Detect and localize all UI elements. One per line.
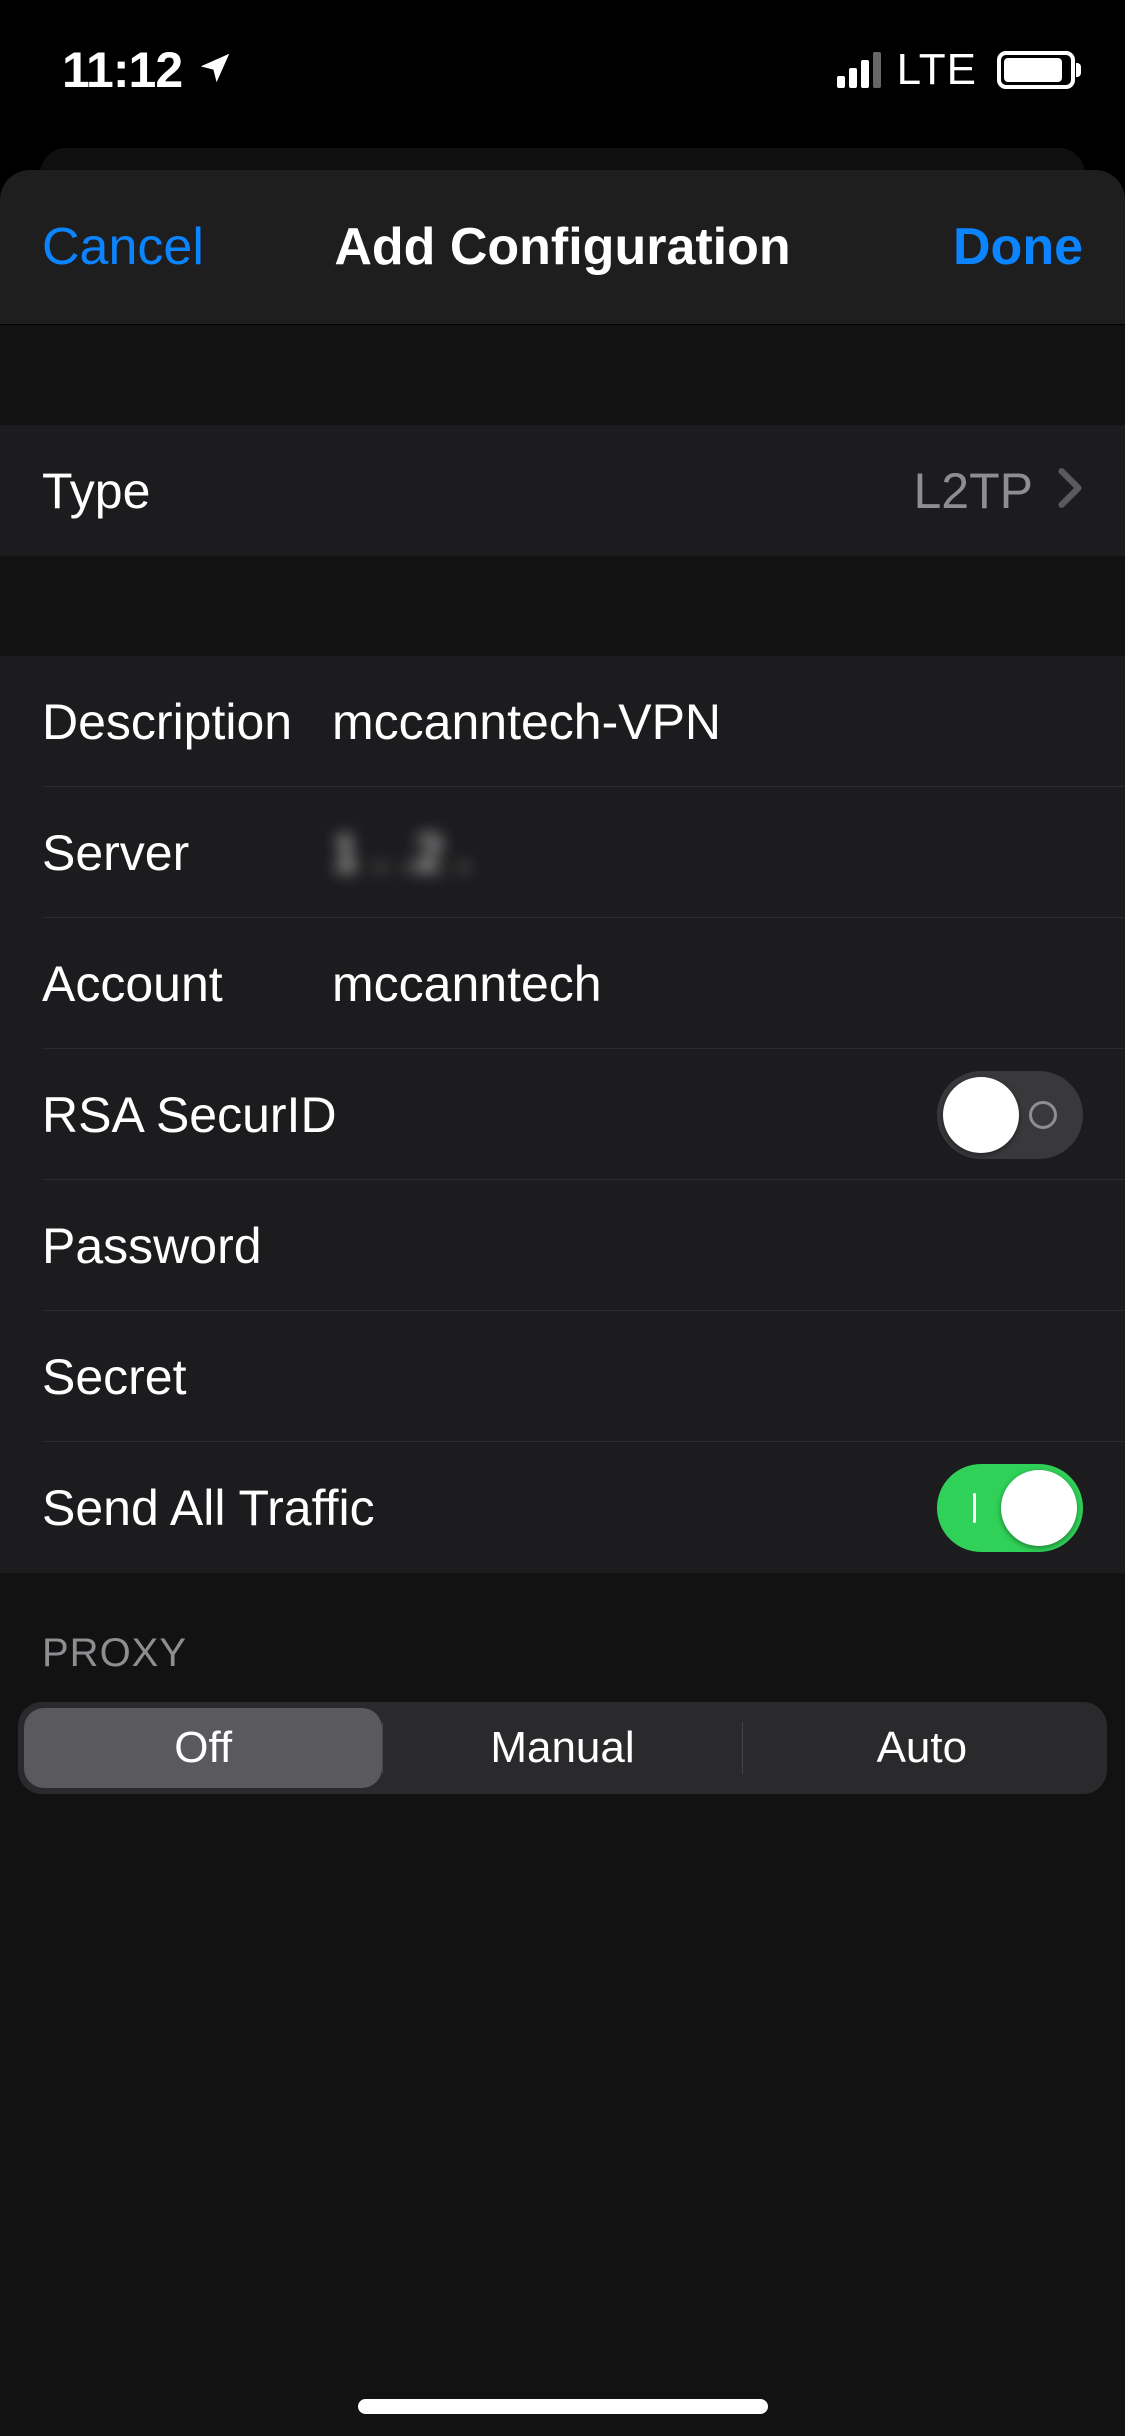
account-label: Account [42,955,332,1013]
server-label: Server [42,824,332,882]
proxy-auto[interactable]: Auto [743,1708,1101,1788]
proxy-manual[interactable]: Manual [383,1708,741,1788]
status-time: 11:12 [62,41,182,99]
account-field[interactable]: mccanntech [332,955,1083,1013]
status-bar: 11:12 LTE [0,0,1125,140]
proxy-off[interactable]: Off [24,1708,382,1788]
location-icon [196,41,234,99]
group-gap [0,325,1125,425]
description-row[interactable]: Description mccanntech-VPN [0,656,1125,787]
rsa-securid-row: RSA SecurID [0,1049,1125,1180]
description-field[interactable]: mccanntech-VPN [332,693,1083,751]
send-all-toggle[interactable] [937,1464,1083,1552]
proxy-segment: Off Manual Auto [18,1702,1107,1794]
server-row[interactable]: Server 1 . .2 . [0,787,1125,918]
network-type: LTE [897,45,977,95]
done-button[interactable]: Done [953,217,1083,277]
server-field[interactable]: 1 . .2 . [332,824,1083,882]
nav-bar: Cancel Add Configuration Done [0,170,1125,325]
chevron-right-icon [1057,467,1083,514]
rsa-label: RSA SecurID [42,1086,337,1144]
signal-icon [837,52,881,88]
status-right: LTE [837,45,1075,95]
description-label: Description [42,693,332,751]
status-left: 11:12 [62,41,234,99]
rsa-toggle[interactable] [937,1071,1083,1159]
send-all-traffic-row: Send All Traffic [0,1442,1125,1573]
type-value: L2TP [913,462,1033,520]
password-row[interactable]: Password [0,1180,1125,1311]
group-gap [0,556,1125,656]
battery-icon [997,51,1075,89]
password-label: Password [42,1217,332,1275]
type-row[interactable]: Type L2TP [0,425,1125,556]
type-label: Type [42,462,332,520]
secret-label: Secret [42,1348,332,1406]
proxy-segment-wrap: Off Manual Auto [0,1694,1125,1812]
screen: 11:12 LTE Cancel Add Configuration Done … [0,0,1125,2436]
cancel-button[interactable]: Cancel [42,217,204,277]
send-all-label: Send All Traffic [42,1479,375,1537]
secret-row[interactable]: Secret [0,1311,1125,1442]
account-row[interactable]: Account mccanntech [0,918,1125,1049]
proxy-header: PROXY [0,1573,1125,1694]
modal-sheet: Cancel Add Configuration Done Type L2TP … [0,170,1125,2436]
home-indicator[interactable] [358,2399,768,2414]
